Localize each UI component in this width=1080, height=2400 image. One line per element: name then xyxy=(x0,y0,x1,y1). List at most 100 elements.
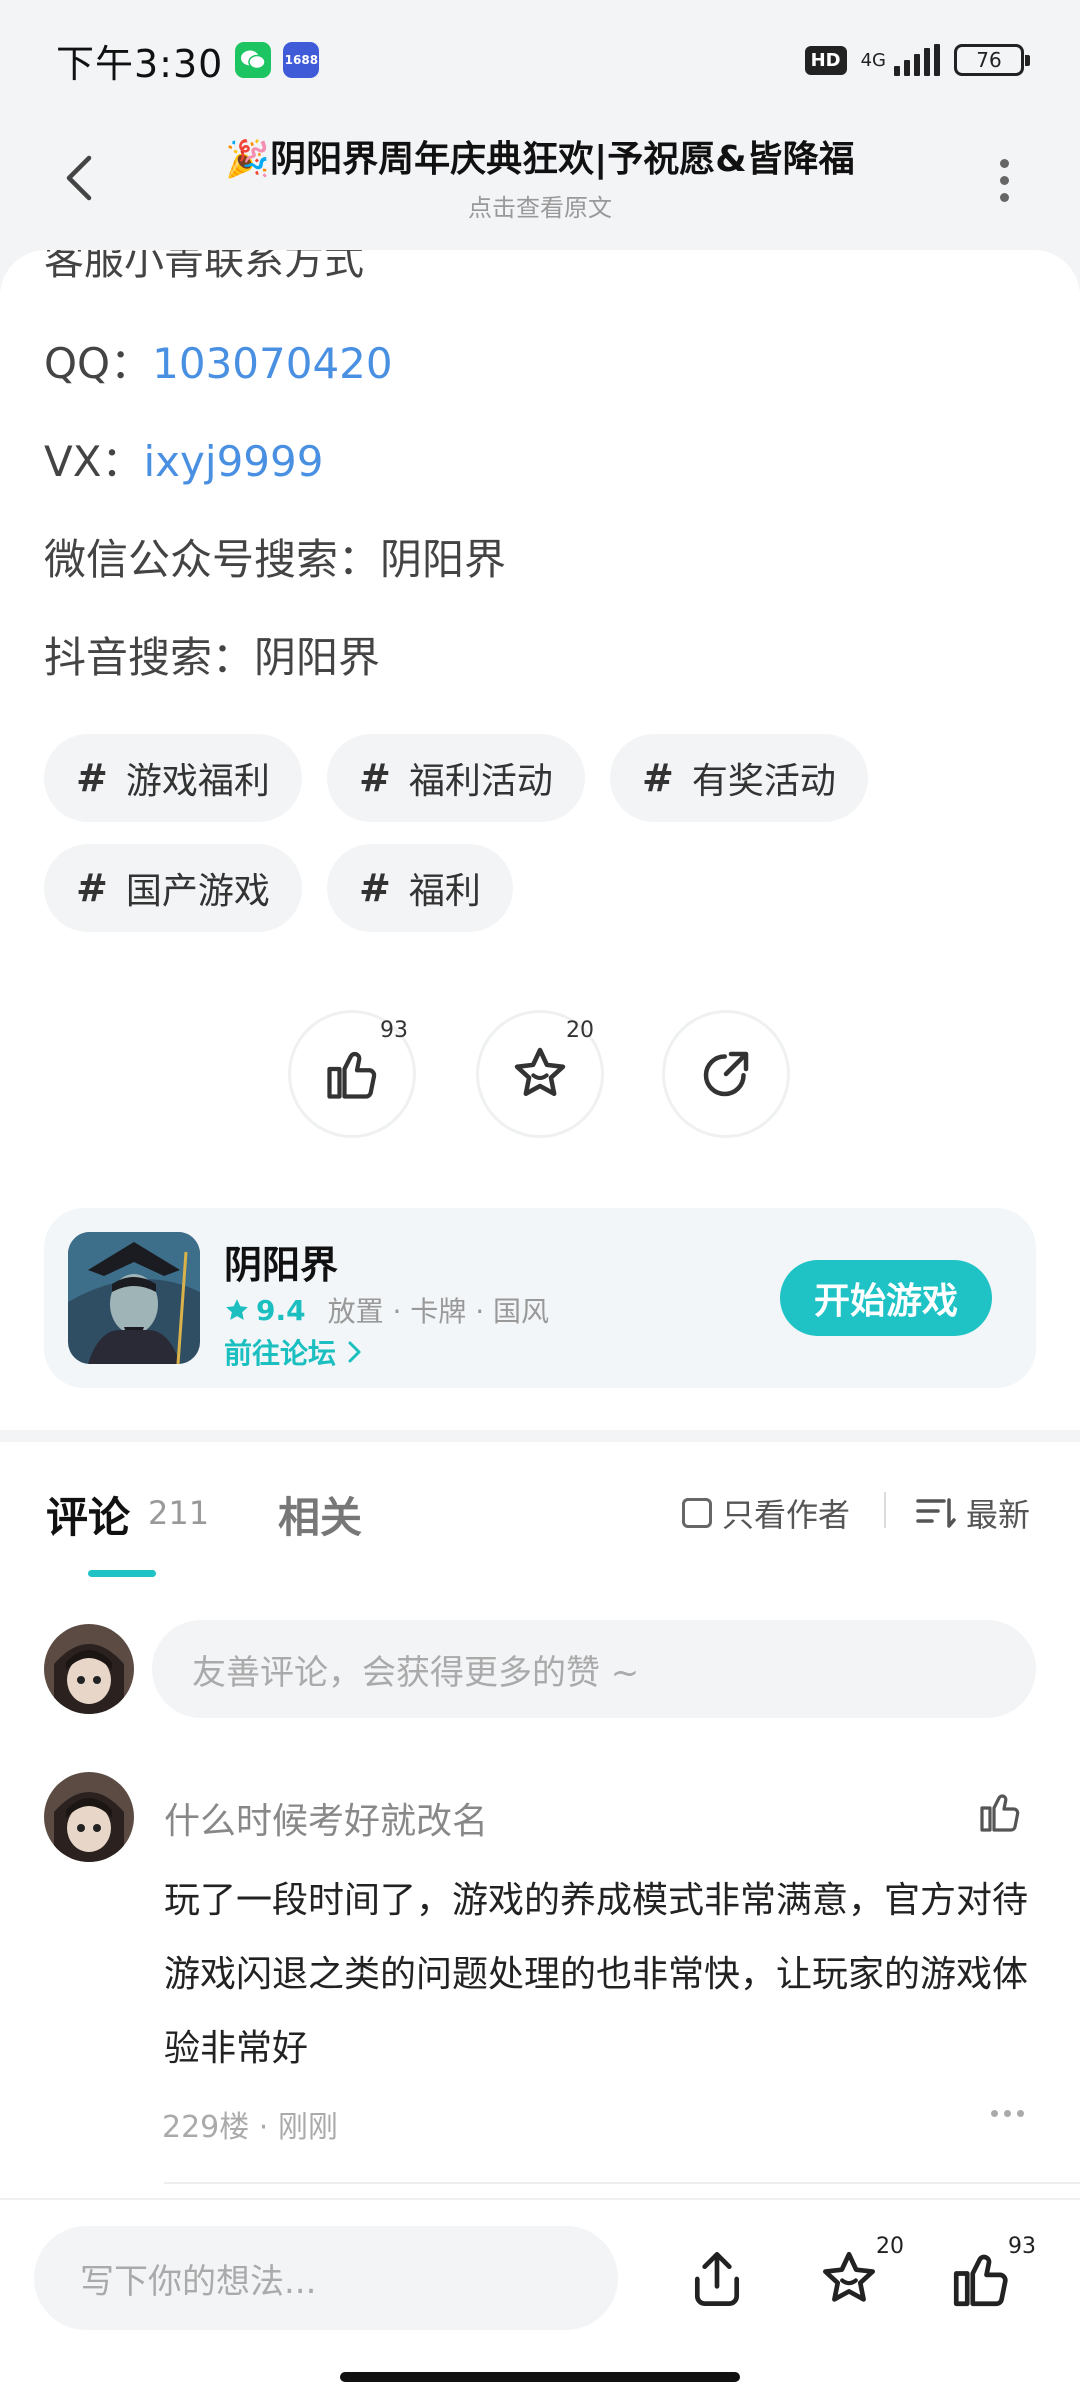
chevron-left-icon xyxy=(66,155,92,201)
checkbox-icon xyxy=(682,1498,712,1528)
forum-link-label: 前往论坛 xyxy=(224,1337,337,1370)
star-filled-icon xyxy=(226,1299,248,1320)
tab-related[interactable]: 相关 xyxy=(278,1484,362,1545)
comment-divider xyxy=(164,2182,1080,2184)
qq-label: QQ： xyxy=(44,339,153,388)
game-genres: 放置 · 卡牌 · 国风 xyxy=(327,1295,550,1328)
game-cover-image xyxy=(68,1232,200,1364)
hd-badge: HD xyxy=(804,45,847,75)
like-button[interactable] xyxy=(946,2244,1016,2314)
star-icon xyxy=(823,2251,875,2302)
share-button[interactable] xyxy=(682,2244,752,2314)
thumbs-up-icon xyxy=(980,1794,1020,1832)
qq-link[interactable]: 103070420 xyxy=(152,339,393,388)
comment-input[interactable]: 友善评论，会获得更多的赞 ~ xyxy=(152,1620,1036,1718)
tag-chip[interactable]: # 国产游戏 xyxy=(44,844,302,932)
more-options-button[interactable] xyxy=(984,150,1024,210)
back-button[interactable] xyxy=(48,148,108,208)
article-content: 客服小青联系方式 QQ：103070420 VX：ixyj9999 微信公众号搜… xyxy=(0,250,1080,1430)
dot-icon xyxy=(999,158,1009,168)
favorite-count: 20 xyxy=(566,1018,594,1043)
like-count: 93 xyxy=(1008,2234,1036,2259)
tag-chip[interactable]: # 有奖活动 xyxy=(610,734,868,822)
comment-author[interactable]: 什么时候考好就改名 xyxy=(164,1792,488,1844)
author-only-label: 只看作者 xyxy=(722,1496,851,1534)
tag-chip[interactable]: # 福利活动 xyxy=(327,734,585,822)
douyin-search-line: 抖音搜索：阴阳界 xyxy=(44,633,381,682)
avatar[interactable] xyxy=(44,1624,134,1714)
network-type: 4G xyxy=(860,49,886,71)
game-meta: 9.4 放置 · 卡牌 · 国风 xyxy=(224,1290,549,1330)
app-1688-icon: 1688 xyxy=(283,42,320,78)
hash-icon: # xyxy=(76,756,108,800)
author-only-filter[interactable]: 只看作者 xyxy=(682,1490,850,1536)
tag-label: 福利 xyxy=(408,871,481,912)
bottom-bar: 写下你的想法... 20 93 xyxy=(0,2198,1080,2400)
vx-link[interactable]: ixyj9999 xyxy=(144,437,324,486)
tag-label: 游戏福利 xyxy=(125,761,270,802)
forum-link[interactable]: 前往论坛 xyxy=(224,1332,366,1372)
comment-meta: 229楼 · 刚刚 xyxy=(162,2110,338,2145)
share-icon xyxy=(703,1051,749,1097)
wechat-icon xyxy=(235,42,272,78)
like-count: 93 xyxy=(380,1018,408,1043)
status-indicators: HD 4G 76 xyxy=(804,44,1030,76)
filter-divider xyxy=(884,1492,886,1528)
view-original-link[interactable]: 点击查看原文 xyxy=(160,188,920,223)
share-button[interactable] xyxy=(662,1010,790,1138)
comment-count: 211 xyxy=(148,1494,210,1532)
favorite-count: 20 xyxy=(876,2234,904,2259)
comments-section: 评论 211 相关 只看作者 最新 友善评论，会获得更多的赞 ~ 什么时候考好就… xyxy=(0,1442,1080,2200)
party-popper-icon: 🎉 xyxy=(225,139,271,180)
tag-chip[interactable]: # 游戏福利 xyxy=(44,734,302,822)
tag-label: 福利活动 xyxy=(408,761,553,802)
page-title-text: 阴阳界周年庆典狂欢|予祝愿&皆降福 xyxy=(270,139,855,180)
star-icon xyxy=(514,1047,566,1096)
status-bar: 下午3:30 1688 HD 4G 76 xyxy=(0,0,1080,120)
battery-level: 76 xyxy=(976,48,1002,72)
vx-label: VX： xyxy=(44,437,144,486)
tag-chip[interactable]: # 福利 xyxy=(327,844,513,932)
status-time: 下午3:30 xyxy=(56,41,224,86)
active-tab-indicator xyxy=(88,1570,156,1577)
title-bar: 🎉阴阳界周年庆典狂欢|予祝愿&皆降福 点击查看原文 xyxy=(0,120,1080,240)
title-block[interactable]: 🎉阴阳界周年庆典狂欢|予祝愿&皆降福 点击查看原文 xyxy=(160,130,920,223)
tab-comments[interactable]: 评论 xyxy=(46,1484,130,1545)
wechat-search-line: 微信公众号搜索：阴阳界 xyxy=(44,535,507,584)
home-indicator[interactable] xyxy=(340,2372,740,2382)
hash-icon: # xyxy=(76,866,108,910)
sort-label: 最新 xyxy=(966,1496,1031,1534)
upload-share-icon xyxy=(694,2252,740,2306)
game-card[interactable]: 阴阳界 9.4 放置 · 卡牌 · 国风 前往论坛 开始游戏 xyxy=(44,1208,1036,1388)
thumbs-up-icon xyxy=(327,1051,377,1099)
game-score: 9.4 xyxy=(256,1293,306,1327)
page-title: 🎉阴阳界周年庆典狂欢|予祝愿&皆降福 xyxy=(160,130,920,182)
comment-more-button[interactable] xyxy=(991,2110,1024,2117)
favorite-button[interactable] xyxy=(814,2244,884,2314)
hash-icon: # xyxy=(359,866,391,910)
dot-icon xyxy=(999,175,1009,185)
dot-icon xyxy=(991,2110,998,2117)
reply-input[interactable]: 写下你的想法... xyxy=(34,2226,618,2330)
battery-icon: 76 xyxy=(954,44,1030,76)
dot-icon xyxy=(1004,2110,1011,2117)
tag-label: 有奖活动 xyxy=(691,761,836,802)
sort-button[interactable]: 最新 xyxy=(916,1490,1030,1536)
sort-icon xyxy=(916,1498,956,1528)
comment-body: 玩了一段时间了，游戏的养成模式非常满意，官方对待游戏闪退之类的问题处理的也非常快… xyxy=(164,1880,1029,2069)
hash-icon: # xyxy=(642,756,674,800)
hash-icon: # xyxy=(359,756,391,800)
qq-line: QQ：103070420 xyxy=(44,330,393,391)
start-game-button[interactable]: 开始游戏 xyxy=(780,1260,992,1336)
avatar[interactable] xyxy=(44,1772,134,1862)
thumbs-up-icon xyxy=(953,2254,1008,2307)
game-name: 阴阳界 xyxy=(224,1243,339,1287)
vx-line: VX：ixyj9999 xyxy=(44,428,323,489)
chevron-right-icon xyxy=(348,1341,361,1363)
signal-icon xyxy=(894,44,940,76)
comment-like-button[interactable] xyxy=(976,1788,1024,1840)
contact-heading: 客服小青联系方式 xyxy=(44,250,364,284)
tag-label: 国产游戏 xyxy=(125,871,270,912)
dot-icon xyxy=(1017,2110,1024,2117)
dot-icon xyxy=(999,192,1009,202)
